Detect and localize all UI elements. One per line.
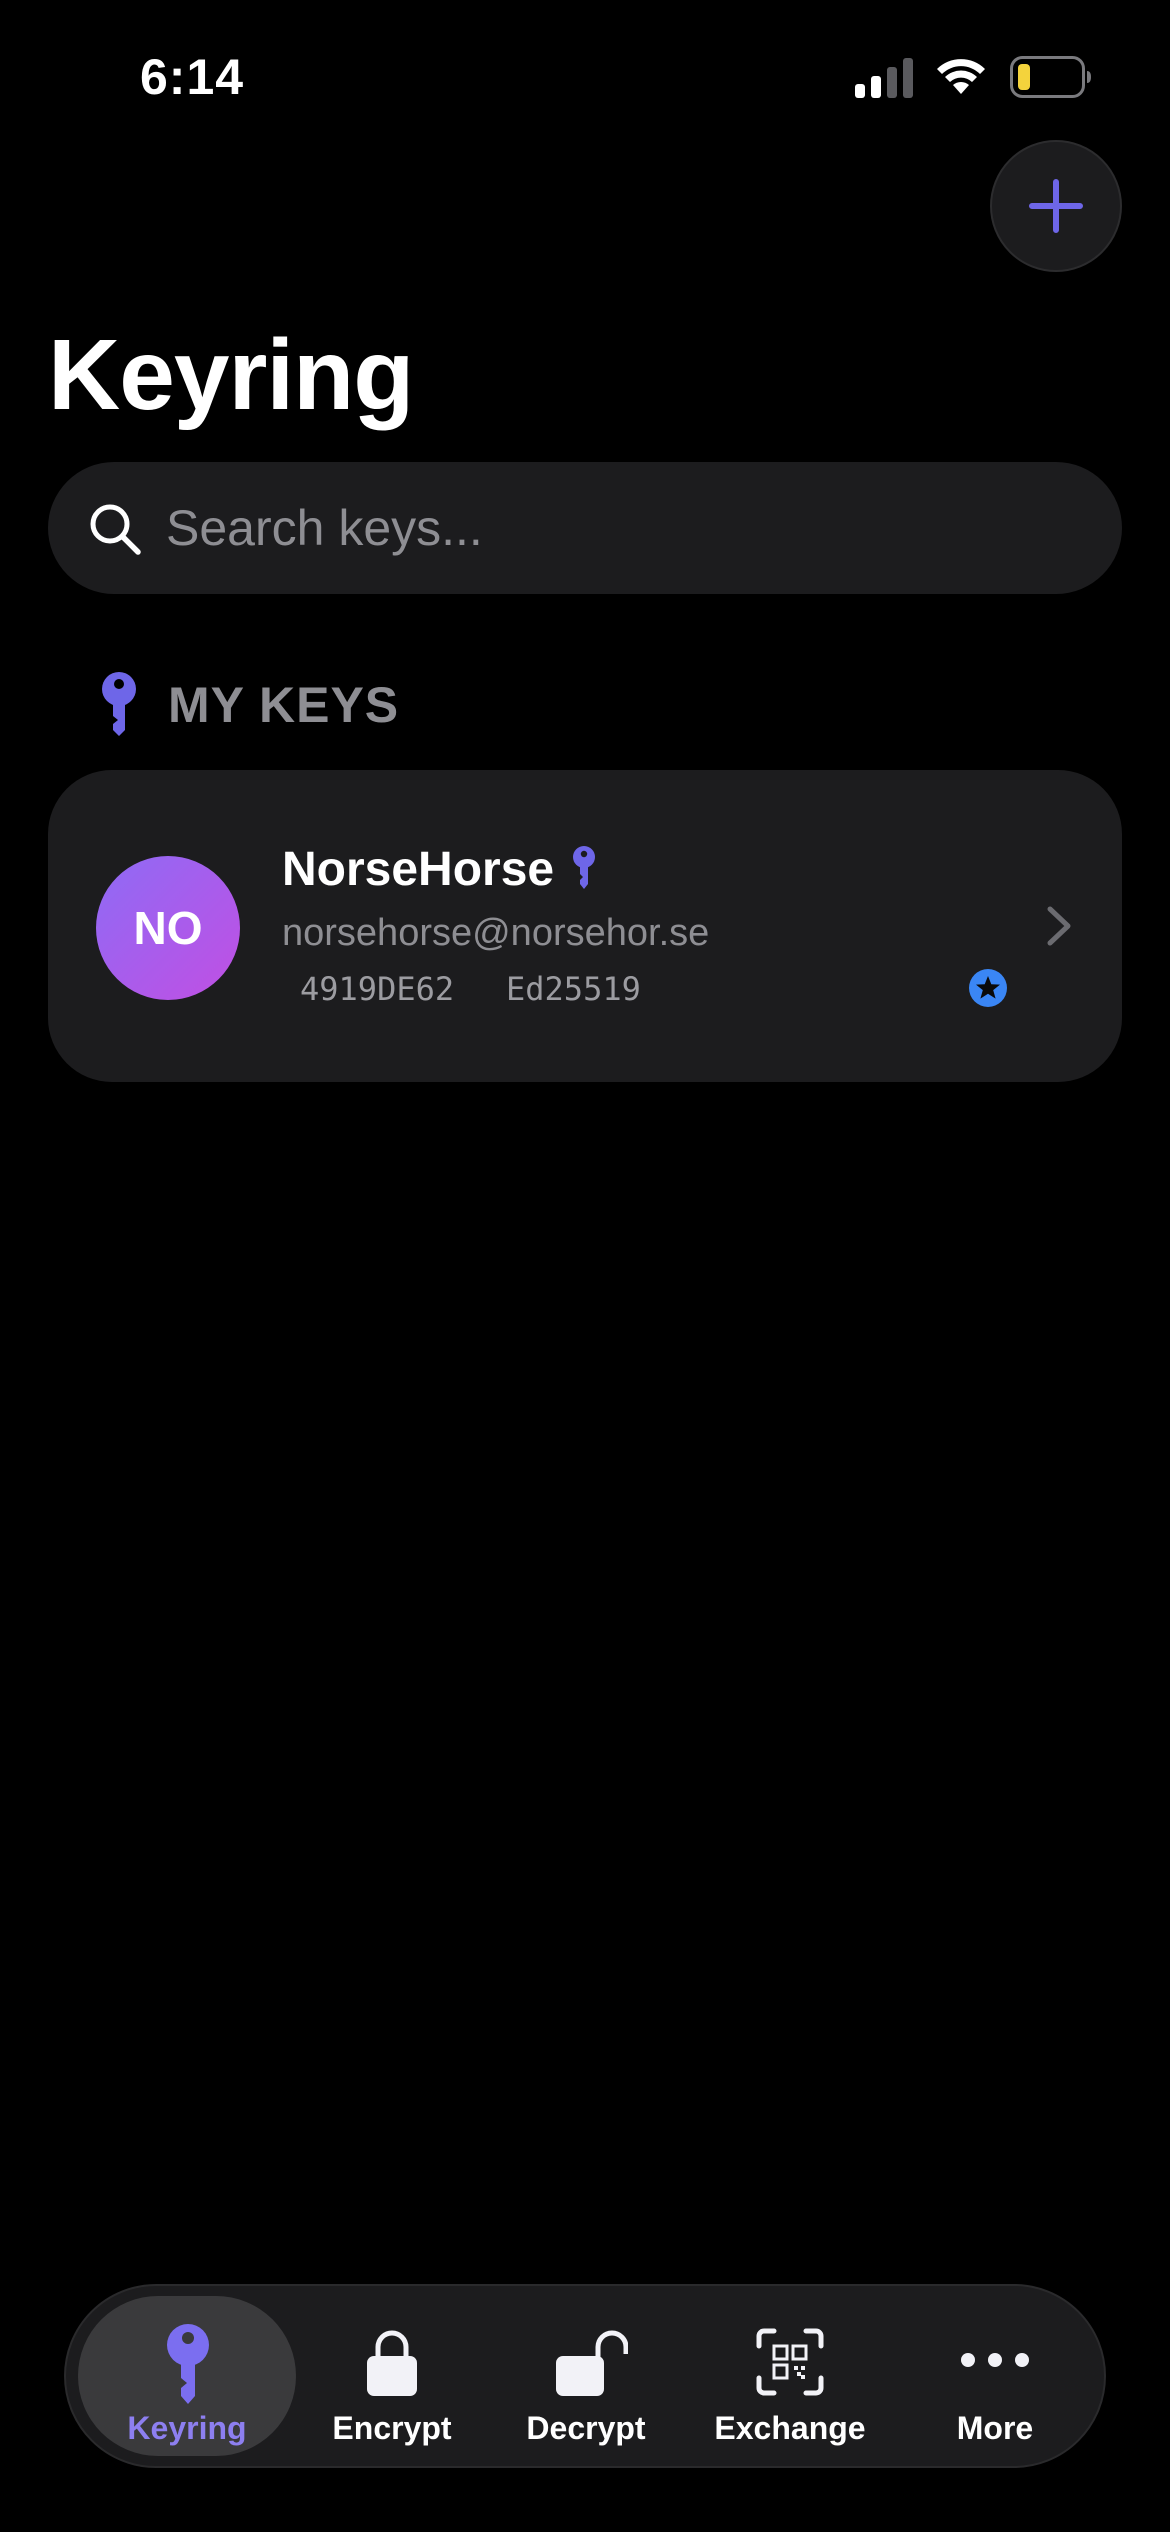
tab-label: Decrypt <box>526 2410 646 2446</box>
key-name: NorseHorse <box>282 843 555 896</box>
tab-keyring[interactable]: Keyring <box>78 2296 296 2456</box>
tab-exchange[interactable]: Exchange <box>690 2296 890 2456</box>
key-card[interactable]: NO NorseHorse norsehorse@norsehor.se 491… <box>48 770 1122 1082</box>
tab-encrypt[interactable]: Encrypt <box>302 2296 482 2456</box>
avatar: NO <box>96 856 240 1000</box>
status-bar: 6:14 <box>0 0 1170 150</box>
tab-decrypt[interactable]: Decrypt <box>486 2296 686 2456</box>
wifi-icon <box>937 59 985 94</box>
lock-icon <box>367 2330 417 2396</box>
tab-more[interactable]: More <box>900 2296 1090 2456</box>
chevron-right-icon <box>1047 906 1071 946</box>
tab-label: Exchange <box>714 2410 866 2446</box>
plus-icon <box>1029 179 1083 233</box>
cellular-signal-icon <box>855 58 913 98</box>
section-header-my-keys: MY KEYS <box>100 670 399 740</box>
section-label: MY KEYS <box>168 677 400 733</box>
tab-bar: Keyring Encrypt Decrypt Exchange More <box>64 2284 1106 2468</box>
search-input[interactable] <box>166 462 1066 594</box>
status-time: 6:14 <box>140 49 245 105</box>
private-key-icon <box>573 846 595 889</box>
search-icon <box>90 504 141 555</box>
key-id: 4919DE62 <box>300 970 455 1008</box>
tab-label: More <box>956 2410 1034 2446</box>
avatar-initials: NO <box>133 902 203 954</box>
default-key-star-icon <box>969 969 1007 1007</box>
unlock-icon <box>556 2330 628 2396</box>
key-email: norsehorse@norsehor.se <box>282 912 710 954</box>
key-algorithm: Ed25519 <box>506 970 641 1008</box>
battery-icon <box>1010 56 1091 98</box>
ellipsis-icon <box>961 2353 1029 2367</box>
tab-label: Keyring <box>127 2410 247 2446</box>
page-title: Keyring <box>48 319 414 431</box>
key-icon <box>102 672 136 736</box>
search-bar[interactable] <box>48 462 1122 594</box>
tab-label: Encrypt <box>332 2410 452 2446</box>
key-icon <box>167 2324 209 2404</box>
qr-scan-icon <box>756 2328 824 2396</box>
add-key-button[interactable] <box>990 140 1122 272</box>
